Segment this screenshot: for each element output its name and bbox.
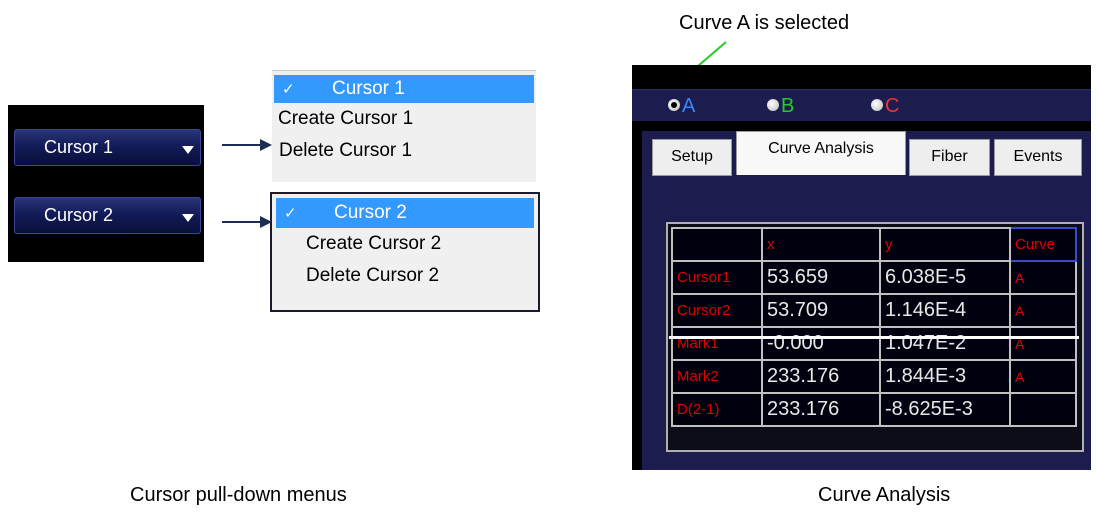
- radio-label: A: [682, 95, 696, 117]
- radio-selected-icon: [668, 99, 680, 111]
- dropdown-triangle-icon: [182, 146, 194, 154]
- marker-divider-line: [669, 336, 1079, 339]
- cell-y: 1.146E-4: [879, 293, 1011, 328]
- table-row: Cursor1 53.659 6.038E-5 A: [671, 260, 1077, 295]
- menu-item-delete-cursor-2[interactable]: Delete Cursor 2: [272, 260, 538, 292]
- cell-curve: A: [1009, 260, 1077, 295]
- cursor-1-menu: ✓ Cursor 1 Create Cursor 1 Delete Cursor…: [272, 70, 536, 182]
- menu-item-label: Delete Cursor 1: [279, 140, 413, 161]
- radio-icon: [767, 99, 779, 111]
- menu-item-label: Create Cursor 2: [306, 233, 442, 254]
- cell-x: -0.000: [761, 326, 881, 361]
- cursor-1-dropdown-button[interactable]: Cursor 1: [14, 129, 201, 166]
- cursor-data-table: x y Curve Cursor1 53.659 6.038E-5 A Curs…: [671, 227, 1077, 427]
- cell-x: 53.709: [761, 293, 881, 328]
- table-row: D(2-1) 233.176 -8.625E-3: [671, 392, 1077, 427]
- arrow-right-icon: [260, 139, 272, 151]
- row-label: Mark2: [671, 359, 763, 394]
- cursor-2-menu: ✓ Cursor 2 Create Cursor 2 Delete Cursor…: [270, 192, 540, 312]
- cell-curve: A: [1009, 359, 1077, 394]
- header-cell: [671, 227, 763, 262]
- tab-curve-analysis[interactable]: Curve Analysis: [736, 131, 906, 175]
- menu-item-delete-cursor-1[interactable]: Delete Cursor 1: [272, 135, 536, 167]
- table-row: Mark2 233.176 1.844E-3 A: [671, 359, 1077, 394]
- tab-events[interactable]: Events: [994, 139, 1082, 176]
- dropdown-triangle-icon: [182, 214, 194, 222]
- menu-item-create-cursor-1[interactable]: Create Cursor 1: [272, 103, 536, 135]
- checkmark-icon: ✓: [284, 205, 297, 222]
- arrow-2-line: [222, 221, 262, 223]
- cell-y: -8.625E-3: [879, 392, 1011, 427]
- annotation-text: Curve A is selected: [679, 12, 850, 34]
- cell-curve: A: [1009, 326, 1077, 361]
- tab-setup[interactable]: Setup: [652, 139, 732, 176]
- table-row: Cursor2 53.709 1.146E-4 A: [671, 293, 1077, 328]
- menu-item-label: Delete Cursor 2: [306, 265, 440, 286]
- cell-y: 6.038E-5: [879, 260, 1011, 295]
- cell-x: 53.659: [761, 260, 881, 295]
- cursor-2-dropdown-button[interactable]: Cursor 2: [14, 197, 201, 234]
- row-label: D(2-1): [671, 392, 763, 427]
- menu-item-label: Cursor 2: [334, 202, 407, 223]
- cell-curve: A: [1009, 293, 1077, 328]
- header-x: x: [761, 227, 881, 262]
- menu-item-cursor-2[interactable]: ✓ Cursor 2: [276, 198, 534, 228]
- radio-label: C: [885, 95, 900, 117]
- arrow-1-line: [222, 144, 262, 146]
- menu-item-create-cursor-2[interactable]: Create Cursor 2: [272, 228, 538, 260]
- row-label: Cursor2: [671, 293, 763, 328]
- menu-item-label: Cursor 1: [332, 78, 405, 99]
- cell-x: 233.176: [761, 359, 881, 394]
- cell-x: 233.176: [761, 392, 881, 427]
- header-y: y: [879, 227, 1011, 262]
- checkmark-icon: ✓: [282, 81, 295, 98]
- right-caption: Curve Analysis: [818, 484, 951, 506]
- menu-item-label: Create Cursor 1: [278, 108, 414, 129]
- menu-item-cursor-1[interactable]: ✓ Cursor 1: [274, 75, 534, 103]
- cell-y: 1.047E-2: [879, 326, 1011, 361]
- cursor-2-button-label: Cursor 2: [44, 205, 114, 225]
- table-header-row: x y Curve: [671, 227, 1077, 262]
- radio-icon: [871, 99, 883, 111]
- left-caption: Cursor pull-down menus: [130, 484, 347, 506]
- curve-selector-bar: A B C: [632, 89, 1091, 121]
- header-curve: Curve: [1009, 227, 1077, 262]
- radio-label: B: [781, 95, 795, 117]
- cell-curve: [1009, 392, 1077, 427]
- table-row: Mark1 -0.000 1.047E-2 A: [671, 326, 1077, 361]
- cell-y: 1.844E-3: [879, 359, 1011, 394]
- tab-fiber[interactable]: Fiber: [909, 139, 990, 176]
- row-label: Mark1: [671, 326, 763, 361]
- cursor-button-panel: Cursor 1 Cursor 2: [8, 105, 204, 262]
- cursor-1-button-label: Cursor 1: [44, 137, 114, 157]
- row-label: Cursor1: [671, 260, 763, 295]
